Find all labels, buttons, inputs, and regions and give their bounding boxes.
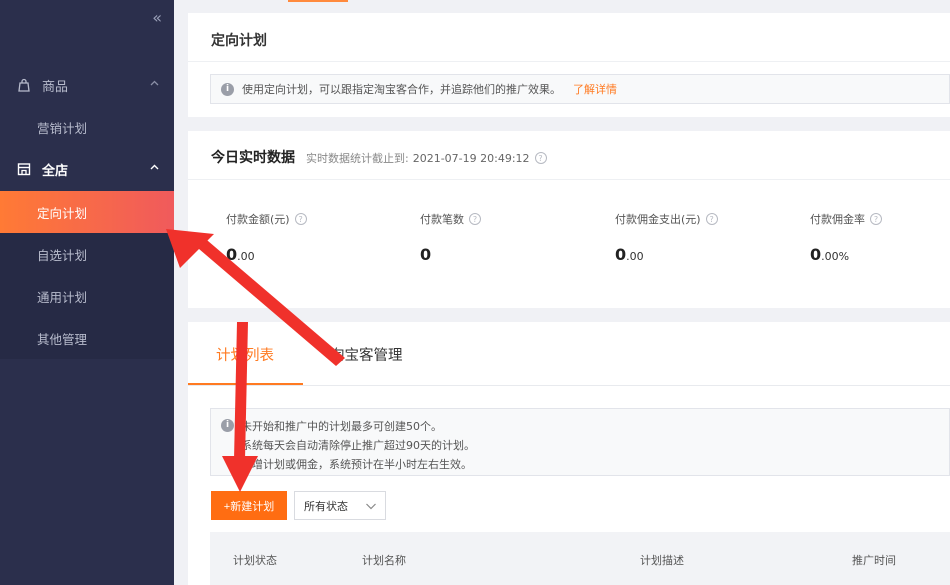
metric-label: 付款佣金率 xyxy=(810,213,865,226)
metric-label: 付款金额(元) xyxy=(226,213,290,226)
metric-int: 0 xyxy=(615,245,627,264)
page-header-card: 定向计划 i 使用定向计划，可以跟指定淘宝客合作，并追踪他们的推广效果。 了解详… xyxy=(188,13,950,117)
sidebar-item-label: 定向计划 xyxy=(37,205,88,221)
chevron-up-icon xyxy=(149,78,160,93)
info-notice: i 使用定向计划，可以跟指定淘宝客合作，并追踪他们的推广效果。 了解详情 xyxy=(210,74,950,104)
status-filter-select[interactable]: 所有状态 xyxy=(294,491,386,520)
metric-dec: .00 xyxy=(237,250,255,263)
metric-dec: .00 xyxy=(626,250,644,263)
divider xyxy=(188,385,950,386)
plan-list-card: 计划列表 淘宝客管理 i 未开始和推广中的计划最多可创建50个。 系统每天会自动… xyxy=(188,322,950,585)
info-icon: i xyxy=(221,419,234,432)
metric-label: 付款佣金支出(元) xyxy=(615,213,701,226)
realtime-data-card: 今日实时数据 实时数据统计截止到: 2021-07-19 20:49:12 ? … xyxy=(188,131,950,308)
metric-commission-rate: 付款佣金率? 0.00% xyxy=(810,211,950,264)
timestamp-value: 2021-07-19 20:49:12 xyxy=(412,151,530,165)
metric-payment-count: 付款笔数? 0 xyxy=(420,211,610,264)
tab-plan-list[interactable]: 计划列表 xyxy=(216,344,274,365)
store-icon xyxy=(16,161,32,177)
new-plan-button[interactable]: +新建计划 xyxy=(211,491,287,520)
chevron-up-icon xyxy=(149,162,160,177)
page-title: 定向计划 xyxy=(211,33,267,49)
column-header: 计划描述 xyxy=(640,554,684,567)
sidebar-item-other-management[interactable]: 其他管理 xyxy=(0,317,174,359)
help-icon[interactable]: ? xyxy=(534,152,547,164)
divider xyxy=(188,61,950,62)
column-header: 计划状态 xyxy=(233,554,277,567)
metric-suffix: % xyxy=(838,250,850,263)
help-icon[interactable]: ? xyxy=(870,213,882,225)
metric-payment-amount: 付款金额(元)? 0.00 xyxy=(226,211,416,264)
metric-value: 0 xyxy=(420,245,610,264)
plan-rules-notice: i 未开始和推广中的计划最多可创建50个。 系统每天会自动清除停止推广超过90天… xyxy=(210,408,950,476)
metric-value: 0.00 xyxy=(226,245,416,264)
sidebar-item-custom-plan[interactable]: 自选计划 xyxy=(0,233,174,275)
sidebar-group-label: 全店 xyxy=(42,163,69,179)
metric-commission-expense: 付款佣金支出(元)? 0.00 xyxy=(615,211,805,264)
sidebar-item-label: 通用计划 xyxy=(37,289,88,305)
notice-line: 系统每天会自动清除停止推广超过90天的计划。 xyxy=(241,439,475,452)
metric-int: 0 xyxy=(810,245,822,264)
chevron-down-icon xyxy=(365,501,377,514)
sidebar: « 商品 营销计划 全店 定向计划 自选计划 通用计划 其他管理 xyxy=(0,0,174,585)
metric-int: 0 xyxy=(226,245,238,264)
metric-dec: .00 xyxy=(821,250,839,263)
sidebar-group-label: 商品 xyxy=(42,79,69,95)
sidebar-item-label: 自选计划 xyxy=(37,247,88,263)
info-icon: i xyxy=(221,82,234,96)
tab-taobaoke-management[interactable]: 淘宝客管理 xyxy=(330,344,403,365)
help-icon[interactable]: ? xyxy=(294,213,307,225)
realtime-timestamp: 实时数据统计截止到: 2021-07-19 20:49:12 ? xyxy=(306,150,547,166)
sidebar-item-label: 营销计划 xyxy=(37,120,88,136)
realtime-title: 今日实时数据 xyxy=(211,150,295,166)
timestamp-label: 实时数据统计截止到: xyxy=(306,152,409,165)
collapse-sidebar-icon[interactable]: « xyxy=(152,8,162,27)
top-tab-indicator xyxy=(288,0,348,2)
column-header: 推广时间 xyxy=(852,554,896,567)
sidebar-item-general-plan[interactable]: 通用计划 xyxy=(0,275,174,317)
notice-text: 使用定向计划，可以跟指定淘宝客合作，并追踪他们的推广效果。 xyxy=(242,83,561,96)
column-header: 计划名称 xyxy=(362,554,406,567)
sidebar-item-targeted-plan[interactable]: 定向计划 xyxy=(0,191,174,233)
sidebar-group-goods[interactable]: 商品 xyxy=(0,64,174,106)
table-header: 计划状态 计划名称 计划描述 推广时间 xyxy=(210,532,950,585)
learn-more-link[interactable]: 了解详情 xyxy=(573,81,617,97)
metric-value: 0.00 xyxy=(615,245,805,264)
divider xyxy=(188,179,950,180)
metric-value: 0.00% xyxy=(810,245,950,264)
sidebar-item-label: 其他管理 xyxy=(37,331,88,347)
bag-icon xyxy=(16,77,32,93)
metric-int: 0 xyxy=(420,245,432,264)
notice-line: 新增计划或佣金，系统预计在半小时左右生效。 xyxy=(241,458,472,471)
sidebar-group-store[interactable]: 全店 xyxy=(0,148,174,190)
help-icon[interactable]: ? xyxy=(469,213,481,225)
notice-line: 未开始和推广中的计划最多可创建50个。 xyxy=(241,420,442,433)
metric-label: 付款笔数 xyxy=(420,213,464,226)
select-value: 所有状态 xyxy=(304,499,348,513)
sidebar-item-marketing-plan[interactable]: 营销计划 xyxy=(0,106,174,148)
help-icon[interactable]: ? xyxy=(705,213,718,225)
